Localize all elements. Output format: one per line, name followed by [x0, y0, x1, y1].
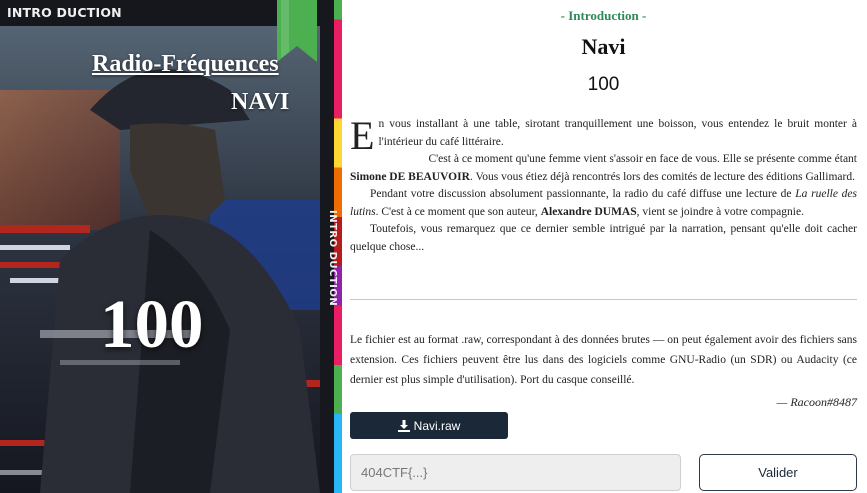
- bookmark-ribbon-icon: [277, 0, 317, 62]
- card-topbar: INTRO DUCTION: [0, 0, 320, 26]
- spine-label: INTRO DUCTION: [327, 210, 338, 307]
- story-text-segment: Pendant votre discussion absolument pass…: [370, 188, 796, 200]
- divider: [350, 299, 857, 300]
- submit-button[interactable]: Valider: [699, 454, 857, 491]
- card-points: 100: [100, 286, 204, 362]
- flag-input[interactable]: [350, 454, 681, 491]
- challenge-card: INTRO DUCTION Radio-Fréquences NAVI 100 …: [0, 0, 342, 493]
- story-text-segment: . Vous vous étiez déjà rencontrés lors d…: [469, 170, 855, 183]
- challenge-description: Le fichier est au format .raw, correspon…: [350, 334, 857, 386]
- download-label: Navi.raw: [413, 418, 461, 433]
- section-label: - Introduction -: [560, 8, 647, 23]
- story-paragraph: Pendant votre discussion absolument pass…: [350, 186, 857, 221]
- story-text-segment: , vient se joindre à votre compagnie.: [636, 205, 804, 218]
- challenge-title: Navi: [581, 34, 626, 59]
- character-name: Simone DE BEAUVOIR: [350, 170, 470, 183]
- story-text-segment: C'est à ce moment qu'une femme vient s'a…: [428, 153, 857, 165]
- character-name: Alexandre DUMAS: [540, 205, 637, 218]
- story-text-segment: n vous installant à une table, sirotant …: [378, 118, 857, 148]
- card-subtitle: NAVI: [231, 89, 290, 115]
- category-label: INTRO DUCTION: [7, 5, 122, 20]
- story-paragraph: C'est à ce moment qu'une femme vient s'a…: [350, 151, 857, 186]
- story-text: En vous installant à une table, sirotant…: [350, 116, 857, 256]
- story-paragraph: Toutefois, vous remarquez que ce dernier…: [350, 221, 857, 256]
- challenge-points: 100: [587, 74, 620, 95]
- story-paragraph: En vous installant à une table, sirotant…: [350, 113, 857, 158]
- challenge-details: - Introduction - Navi 100 En vous instal…: [350, 0, 857, 493]
- card-title: Radio-Fréquences: [92, 51, 279, 77]
- drop-cap: E: [350, 113, 375, 158]
- author-credit: — Racoon#8487: [776, 395, 857, 409]
- story-text-segment: Toutefois, vous remarquez que ce dernier…: [350, 223, 857, 253]
- download-icon: [397, 419, 410, 432]
- story-text-segment: . C'est à ce moment que son auteur,: [375, 205, 541, 218]
- download-file-button[interactable]: Navi.raw: [350, 412, 508, 439]
